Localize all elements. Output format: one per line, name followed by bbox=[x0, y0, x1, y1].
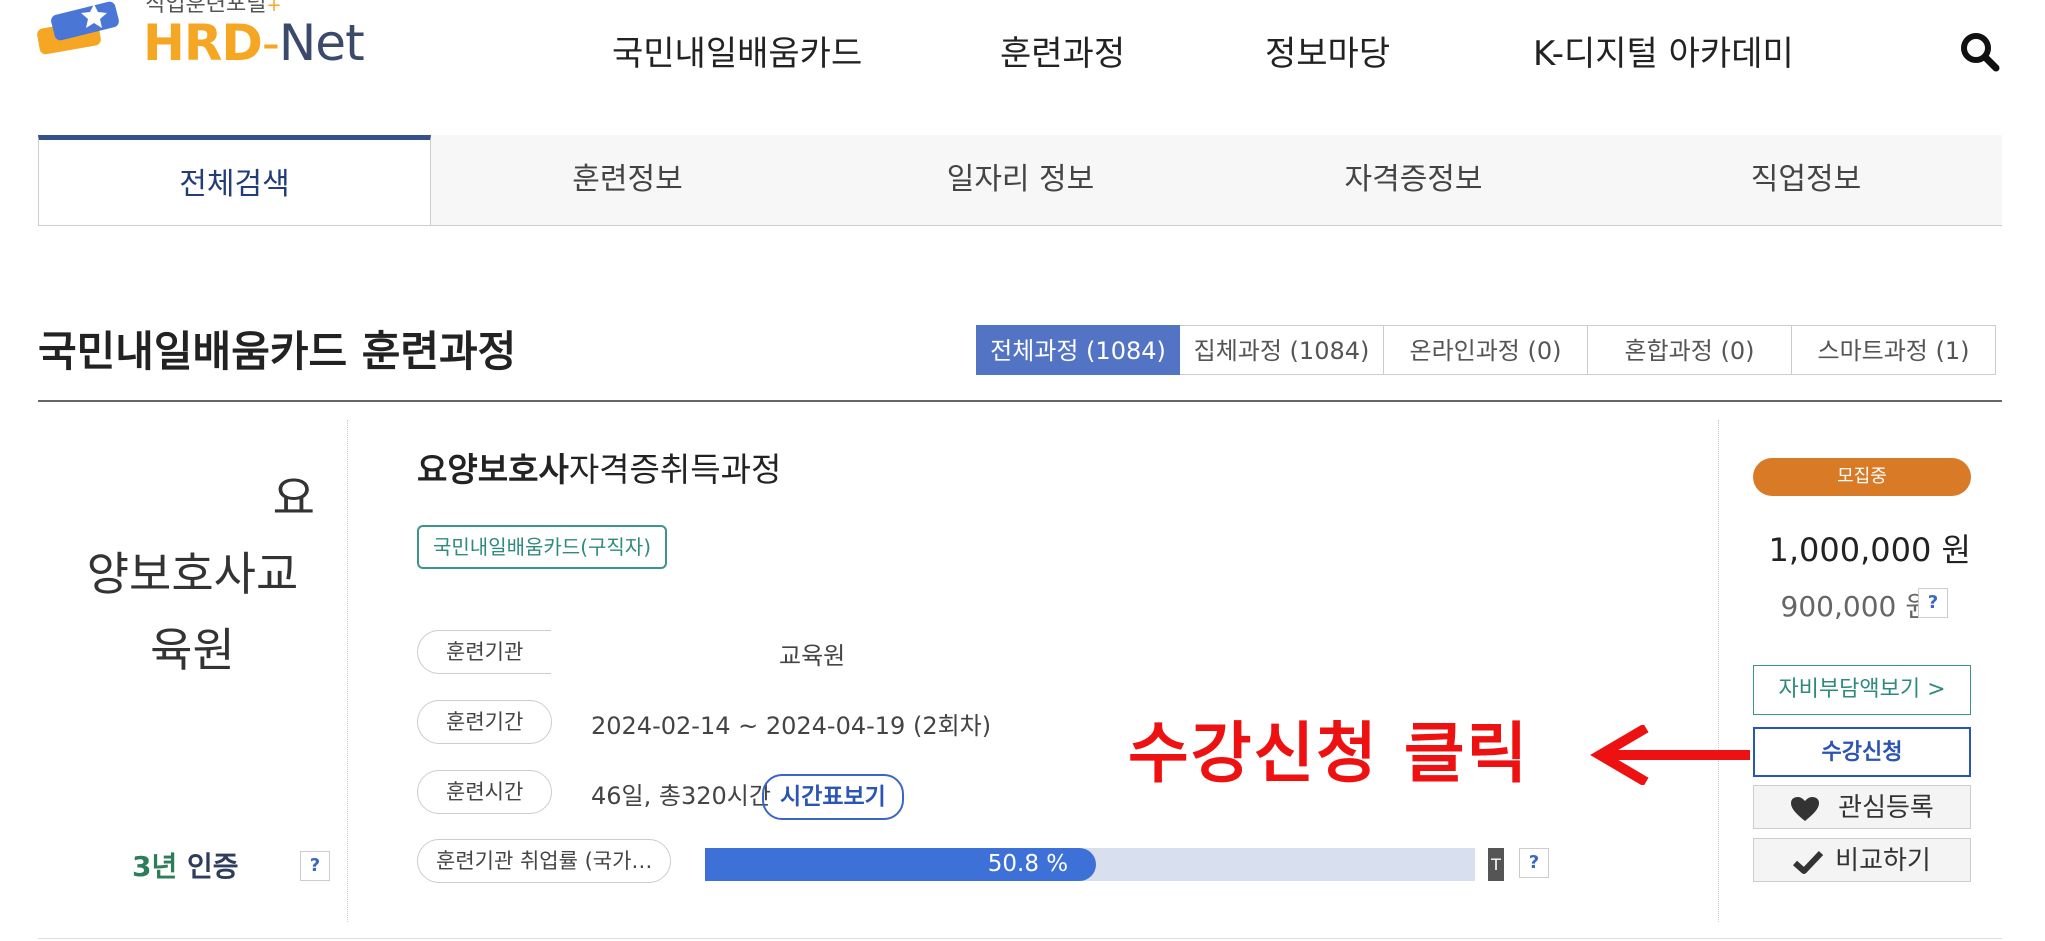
filter-online[interactable]: 온라인과정 (0) bbox=[1384, 325, 1588, 375]
search-icon[interactable] bbox=[1958, 30, 2002, 78]
self-pay-button[interactable]: 자비부담액보기 > bbox=[1753, 665, 1971, 715]
compare-button[interactable]: 비교하기 bbox=[1753, 838, 1971, 882]
nav-training[interactable]: 훈련과정 bbox=[1000, 26, 1125, 75]
course-price: 1,000,000 원 bbox=[1768, 531, 1971, 569]
logo[interactable] bbox=[36, 0, 136, 70]
course-type-filters: 전체과정 (1084) 집체과정 (1084) 온라인과정 (0) 혼합과정 (… bbox=[976, 325, 1996, 375]
price-help-button[interactable]: ? bbox=[1918, 588, 1948, 618]
tab-occupation-info[interactable]: 직업정보 bbox=[1610, 135, 2002, 225]
filter-classroom[interactable]: 집체과정 (1084) bbox=[1180, 325, 1384, 375]
filter-smart[interactable]: 스마트과정 (1) bbox=[1792, 325, 1996, 375]
timetable-button[interactable]: 시간표보기 bbox=[762, 774, 904, 820]
institution-name[interactable]: 요 양보호사교 육원 bbox=[60, 460, 325, 688]
heart-icon bbox=[1791, 796, 1820, 821]
logo-icon bbox=[37, 1, 119, 55]
tab-job-info[interactable]: 일자리 정보 bbox=[824, 135, 1217, 225]
nav-card[interactable]: 국민내일배움카드 bbox=[612, 26, 862, 75]
nav-info[interactable]: 정보마당 bbox=[1265, 26, 1390, 75]
favorite-button[interactable]: 관심등록 bbox=[1753, 785, 1971, 829]
page-title: 국민내일배움카드 훈련과정 bbox=[38, 327, 517, 376]
status-badge: 모집중 bbox=[1753, 458, 1971, 496]
employment-label: 훈련기관 취업률 (국가… bbox=[417, 839, 672, 883]
employment-rate-fill: 50.8 % bbox=[705, 848, 1097, 881]
employment-help-button[interactable]: ? bbox=[1519, 848, 1549, 878]
apply-button[interactable]: 수강신청 bbox=[1753, 727, 1971, 777]
time-value: 46일, 총320시간 bbox=[591, 782, 771, 810]
period-label: 훈련기간 bbox=[417, 700, 553, 744]
filter-blended[interactable]: 혼합과정 (0) bbox=[1588, 325, 1792, 375]
tab-all-search[interactable]: 전체검색 bbox=[38, 135, 431, 225]
column-divider bbox=[1718, 420, 1719, 922]
arrow-icon bbox=[1590, 723, 1755, 789]
cert-help-button[interactable]: ? bbox=[300, 851, 330, 881]
filter-all[interactable]: 전체과정 (1084) bbox=[976, 325, 1180, 375]
support-price: 900,000 원 bbox=[1780, 590, 1931, 623]
org-value: 교육원 bbox=[779, 642, 846, 670]
course-title[interactable]: 요양보호사자격증취득과정 bbox=[417, 443, 781, 491]
tab-certificate-info[interactable]: 자격증정보 bbox=[1217, 135, 1610, 225]
check-icon bbox=[1793, 850, 1824, 874]
employment-rate-text: 50.8 % bbox=[987, 851, 1069, 877]
bottom-divider bbox=[38, 938, 2002, 939]
column-divider bbox=[347, 420, 348, 922]
employment-rate-bar: 50.8 % bbox=[705, 848, 1475, 881]
period-value: 2024-02-14 ~ 2024-04-19 (2회차) bbox=[591, 712, 992, 740]
nav-k-digital[interactable]: K-디지털 아카데미 bbox=[1533, 26, 1794, 75]
logo-text[interactable]: HRD-Net bbox=[143, 14, 365, 72]
card-type-badge: 국민내일배움카드(구직자) bbox=[417, 525, 668, 569]
section-divider bbox=[38, 400, 2002, 402]
t-icon: T bbox=[1488, 848, 1504, 881]
certification-badge: 3년 인증 bbox=[132, 850, 239, 883]
tab-training-info[interactable]: 훈련정보 bbox=[431, 135, 824, 225]
time-label: 훈련시간 bbox=[417, 770, 553, 814]
annotation-text: 수강신청 클릭 bbox=[1128, 715, 1530, 792]
org-label: 훈련기관 bbox=[417, 630, 552, 674]
